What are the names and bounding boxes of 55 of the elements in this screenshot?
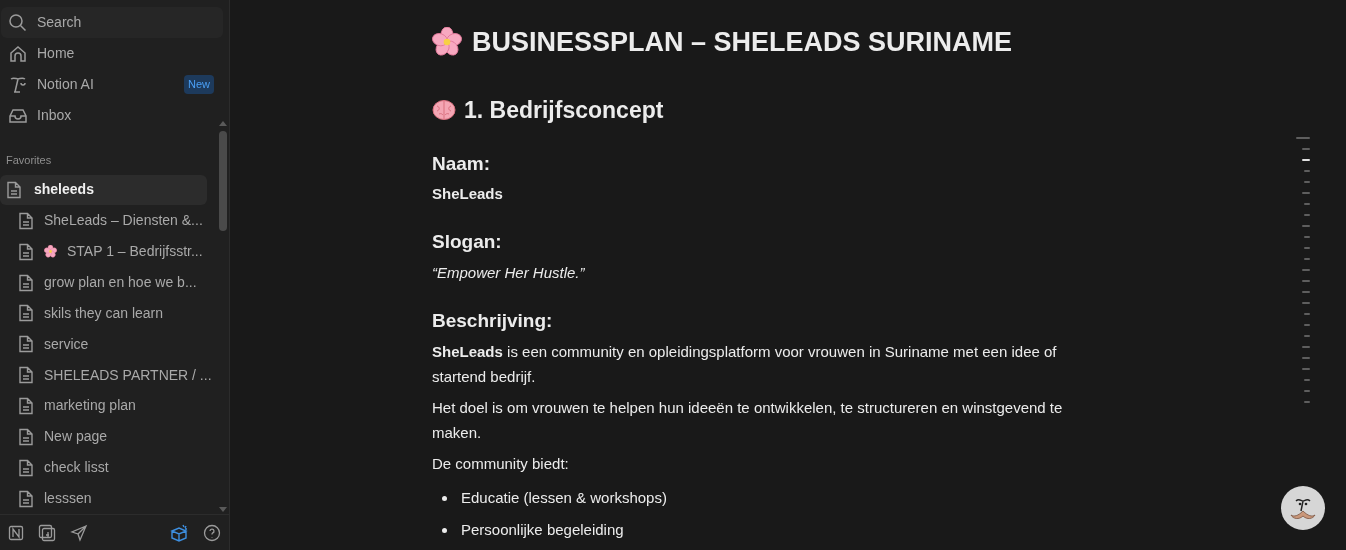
page-icon bbox=[18, 242, 34, 261]
brain-icon bbox=[432, 99, 456, 122]
section-label: Favorites bbox=[5, 153, 53, 168]
page-icon bbox=[18, 273, 34, 292]
page-icon bbox=[18, 458, 34, 477]
search-field[interactable]: Search bbox=[1, 7, 223, 38]
nav-item[interactable]: Inbox bbox=[1, 100, 223, 131]
sidebar-page-item[interactable]: SheLeads – Diensten &... bbox=[0, 205, 207, 237]
flower-icon bbox=[432, 27, 462, 57]
sidebar-page-item[interactable]: skils they can learn bbox=[0, 297, 207, 329]
new-badge: New bbox=[184, 75, 214, 94]
sidebar-page-item[interactable]: STAP 1 – Bedrijfsstr... bbox=[0, 236, 207, 268]
bullet-icon bbox=[442, 495, 447, 501]
scroll-up-icon[interactable] bbox=[218, 119, 228, 127]
sidebar-page-item[interactable]: service bbox=[0, 328, 207, 360]
nav-item[interactable]: Notion AI New bbox=[1, 69, 223, 100]
notion-logo-icon[interactable] bbox=[8, 524, 24, 541]
sidebar-page-item[interactable]: sheleeds bbox=[0, 174, 207, 206]
sidebar-page-item[interactable]: New page bbox=[0, 421, 207, 453]
flower-icon bbox=[44, 245, 57, 259]
send-icon[interactable] bbox=[70, 523, 88, 542]
field-heading: Naam: bbox=[432, 151, 492, 176]
paragraph: De community biedt: bbox=[432, 454, 570, 474]
sidebar-page-item[interactable]: grow plan en hoe we b... bbox=[0, 267, 207, 298]
bullet-icon bbox=[442, 527, 447, 533]
page-icon bbox=[18, 211, 34, 230]
page-icon bbox=[6, 180, 22, 199]
list-item: Persoonlijke begeleiding bbox=[461, 519, 624, 540]
page-icon bbox=[18, 366, 34, 385]
scrollbar-thumb[interactable] bbox=[219, 131, 227, 231]
sidebar-page-item[interactable]: check lisst bbox=[0, 452, 207, 484]
sidebar-page-item[interactable]: lesssen bbox=[0, 483, 207, 514]
page-icon bbox=[18, 335, 34, 354]
list-item: Educatie (lessen & workshops) bbox=[461, 487, 667, 508]
field-value: SheLeads bbox=[432, 184, 504, 204]
field-heading: Beschrijving: bbox=[432, 308, 554, 333]
gift-box-icon[interactable] bbox=[169, 522, 189, 543]
home-icon bbox=[8, 43, 28, 64]
paragraph: Het doel is om vrouwen te helpen hun ideeën te ontwikkelen, te structureren en winstgevend te maken. bbox=[432, 398, 1064, 443]
helper-avatar-button[interactable] bbox=[1281, 486, 1325, 530]
search-icon bbox=[8, 12, 28, 33]
field-heading: Slogan: bbox=[432, 230, 503, 254]
paragraph: SheLeads is een community en opleidingsplatform voor vrouwen in Suriname met een idee of startend bedrijf. bbox=[432, 342, 1058, 387]
page-icon bbox=[18, 489, 34, 508]
slogan-text: “Empower Her Hustle.” bbox=[432, 262, 586, 283]
page-icon bbox=[18, 304, 34, 323]
page-title: BUSINESSPLAN – SHELEADS SURINAME bbox=[472, 26, 1013, 58]
help-icon[interactable] bbox=[203, 523, 221, 542]
scroll-down-icon[interactable] bbox=[218, 506, 228, 514]
section-heading: 1. Bedrijfsconcept bbox=[464, 96, 664, 125]
calendar-icon[interactable] bbox=[38, 523, 56, 542]
page-icon bbox=[18, 396, 34, 415]
page-icon bbox=[18, 427, 34, 446]
nav-item[interactable]: Home bbox=[1, 38, 223, 69]
sidebar-page-item[interactable]: marketing plan bbox=[0, 390, 207, 422]
